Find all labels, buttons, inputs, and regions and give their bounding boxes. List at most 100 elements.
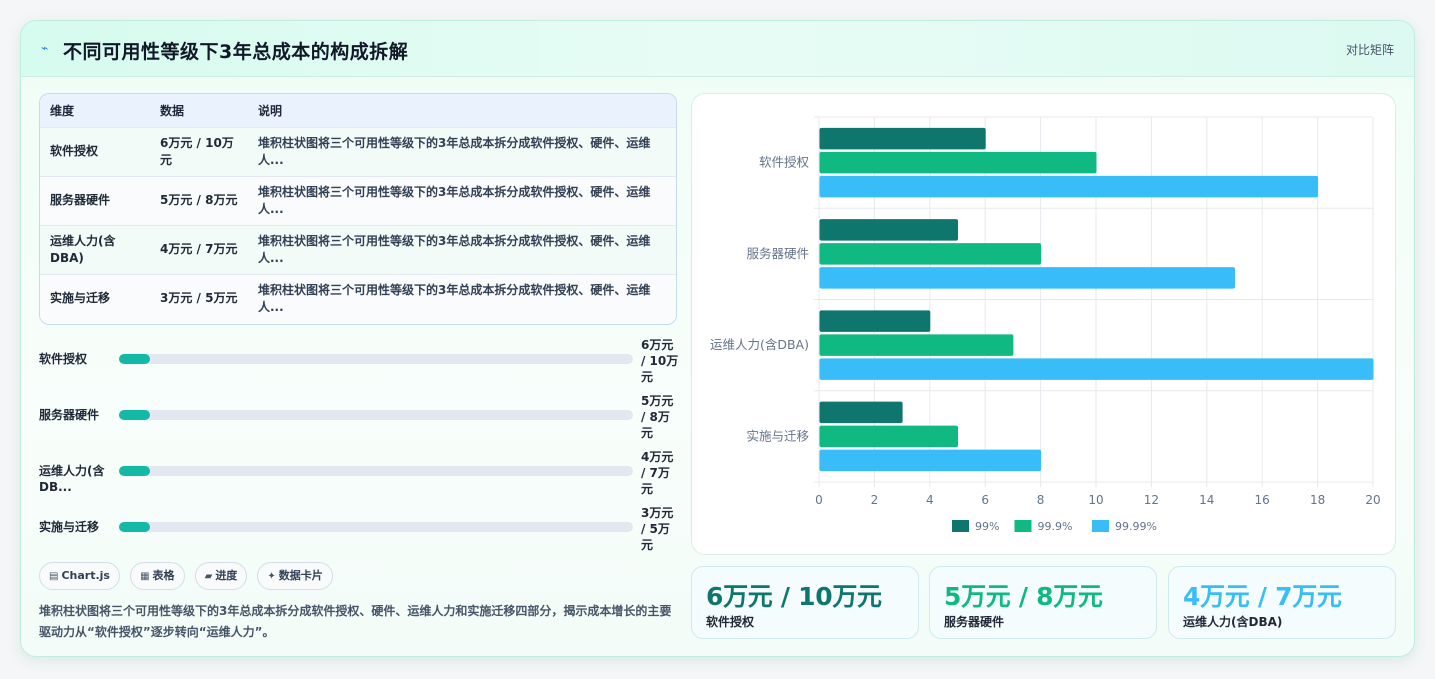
progress-row: 运维人力(含DB... 4万元 / 7万元 <box>39 449 679 505</box>
chip-label: 进度 <box>215 569 238 582</box>
progress-value: 5万元 / 8万元 <box>641 394 674 440</box>
legend-label: 99.9% <box>1038 520 1073 533</box>
bar <box>819 127 986 150</box>
progress-value: 3万元 / 5万元 <box>641 506 674 552</box>
x-tick-label: 8 <box>1037 493 1045 507</box>
bar <box>819 334 1014 356</box>
cell-description: 堆积柱状图将三个可用性等级下的3年总成本拆分成软件授权、硬件、运维人... <box>248 176 676 225</box>
y-category-label: 软件授权 <box>759 155 810 170</box>
progress-value: 4万元 / 7万元 <box>641 450 674 496</box>
bar <box>819 401 903 424</box>
progress-fill <box>119 354 150 364</box>
sparkle-icon: ✦ <box>267 571 276 582</box>
bolt-icon: ⌁ <box>41 41 49 55</box>
chip-progress[interactable]: ▰ 进度 <box>194 562 248 590</box>
cost-breakdown-card: ⌁ 不同可用性等级下3年总成本的构成拆解 对比矩阵 维度 数据 说明 软件授权 … <box>20 20 1415 657</box>
chip-table[interactable]: ▦ 表格 <box>130 562 185 590</box>
compare-matrix-link[interactable]: 对比矩阵 <box>1346 41 1394 58</box>
legend-label: 99.99% <box>1115 520 1157 533</box>
table-row: 运维人力(含DBA) 4万元 / 7万元 堆积柱状图将三个可用性等级下的3年总成… <box>40 225 676 274</box>
x-tick-label: 14 <box>1199 493 1214 507</box>
bar <box>819 219 958 241</box>
card-title: 不同可用性等级下3年总成本的构成拆解 <box>63 41 409 63</box>
description-text: 堆积柱状图将三个可用性等级下的3年总成本拆分成软件授权、硬件、运维人... <box>258 135 651 167</box>
cell-dimension: 运维人力(含DBA) <box>50 233 116 265</box>
chip-label: Chart.js <box>61 569 110 582</box>
progress-label: 软件授权 <box>39 352 88 366</box>
cell-data: 6万元 / 10万元 <box>160 135 234 167</box>
progress-track <box>119 410 633 420</box>
card-header: ⌁ 不同可用性等级下3年总成本的构成拆解 对比矩阵 <box>21 21 1414 77</box>
bar-chart: 0 2 4 6 8 10 12 14 16 18 20 软件授权服务器硬件运维人力(含DBA) 实施与迁… <box>710 116 1381 533</box>
legend-swatch <box>952 520 969 532</box>
column-header-dimension: 维度 <box>50 103 75 118</box>
progress-fill <box>119 410 150 420</box>
description-text: 堆积柱状图将三个可用性等级下的3年总成本拆分成软件授权、硬件、运维人... <box>258 184 651 216</box>
cell-dimension: 软件授权 <box>50 144 99 158</box>
progress-fill <box>119 466 150 476</box>
description-text: 堆积柱状图将三个可用性等级下的3年总成本拆分成软件授权、硬件、运维人... <box>258 282 651 314</box>
progress-fill <box>119 522 150 532</box>
table-row: 软件授权 6万元 / 10万元 堆积柱状图将三个可用性等级下的3年总成本拆分成软… <box>40 127 676 176</box>
column-header-description: 说明 <box>258 103 283 118</box>
progress-label: 运维人力(含DB... <box>39 464 105 494</box>
table-header-row: 维度 数据 说明 <box>40 94 676 127</box>
y-category-label: 运维人力(含DBA) <box>710 337 809 352</box>
column-header-data: 数据 <box>160 103 185 118</box>
progress-track <box>119 522 633 532</box>
bar <box>819 243 1042 265</box>
x-tick-label: 20 <box>1365 493 1380 507</box>
chart-card: 0 2 4 6 8 10 12 14 16 18 20 软件授权 服务器硬件 运维人力(含DBA) 实施与迁… <box>691 93 1396 555</box>
progress-row: 实施与迁移 3万元 / 5万元 <box>39 505 679 561</box>
bar <box>819 310 931 332</box>
kpi-card-ops: 4万元 / 7万元 运维人力(含DBA) <box>1168 566 1396 639</box>
x-tick-label: 12 <box>1144 493 1159 507</box>
cell-description: 堆积柱状图将三个可用性等级下的3年总成本拆分成软件授权、硬件、运维人... <box>248 225 676 274</box>
cell-data: 3万元 / 5万元 <box>160 291 238 306</box>
cell-description: 堆积柱状图将三个可用性等级下的3年总成本拆分成软件授权、硬件、运维人... <box>248 274 676 323</box>
progress-value: 6万元 / 10万元 <box>641 338 679 384</box>
bar <box>819 358 1374 380</box>
chip-label: 数据卡片 <box>278 569 323 582</box>
progress-list: 软件授权 6万元 / 10万元 服务器硬件 5万元 / 8万元 运维人力(含DB… <box>39 337 679 561</box>
summary-text: 堆积柱状图将三个可用性等级下的3年总成本拆分成软件授权、硬件、运维人力和实施迁移… <box>39 604 672 639</box>
description-text: 堆积柱状图将三个可用性等级下的3年总成本拆分成软件授权、硬件、运维人... <box>258 233 651 265</box>
kpi-label: 软件授权 <box>706 615 755 629</box>
kpi-label: 运维人力(含DBA) <box>1183 615 1283 629</box>
bar <box>819 175 1319 198</box>
cell-description: 堆积柱状图将三个可用性等级下的3年总成本拆分成软件授权、硬件、运维人... <box>248 127 676 176</box>
progress-icon: ▰ <box>204 571 213 582</box>
y-category-label: 服务器硬件 <box>746 246 809 261</box>
kpi-value: 4万元 / 7万元 <box>1183 582 1342 611</box>
x-tick-label: 18 <box>1310 493 1325 507</box>
progress-track <box>119 466 633 476</box>
cell-dimension: 服务器硬件 <box>50 193 111 207</box>
cell-data: 4万元 / 7万元 <box>160 242 238 256</box>
kpi-value: 6万元 / 10万元 <box>706 582 882 611</box>
cell-data: 5万元 / 8万元 <box>160 193 238 207</box>
kpi-value: 5万元 / 8万元 <box>944 582 1103 611</box>
kpi-label: 服务器硬件 <box>944 615 1005 629</box>
view-chips: ▤ Chart.js ▦ 表格 ▰ 进度 ✦ 数据卡片 <box>39 562 338 590</box>
x-tick-label: 4 <box>926 493 934 507</box>
x-tick-label: 6 <box>981 493 989 507</box>
chip-chartjs[interactable]: ▤ Chart.js <box>39 562 120 590</box>
progress-label: 服务器硬件 <box>39 408 100 422</box>
chart-icon: ▤ <box>49 571 59 582</box>
legend-swatch <box>1014 520 1032 532</box>
x-tick-label: 0 <box>815 493 823 507</box>
bar <box>819 267 1235 289</box>
bar <box>819 151 1097 174</box>
table-icon: ▦ <box>140 571 150 582</box>
chip-label: 表格 <box>152 569 175 582</box>
chip-data-cards[interactable]: ✦ 数据卡片 <box>257 562 333 590</box>
x-tick-label: 16 <box>1255 493 1270 507</box>
progress-row: 软件授权 6万元 / 10万元 <box>39 337 679 393</box>
bar <box>819 425 958 448</box>
progress-track <box>119 354 633 364</box>
table-row: 服务器硬件 5万元 / 8万元 堆积柱状图将三个可用性等级下的3年总成本拆分成软… <box>40 176 676 225</box>
progress-row: 服务器硬件 5万元 / 8万元 <box>39 393 679 449</box>
legend-swatch <box>1092 520 1109 532</box>
table-row: 实施与迁移 3万元 / 5万元 堆积柱状图将三个可用性等级下的3年总成本拆分成软… <box>40 274 676 323</box>
kpi-card-software: 6万元 / 10万元 软件授权 <box>691 566 919 639</box>
